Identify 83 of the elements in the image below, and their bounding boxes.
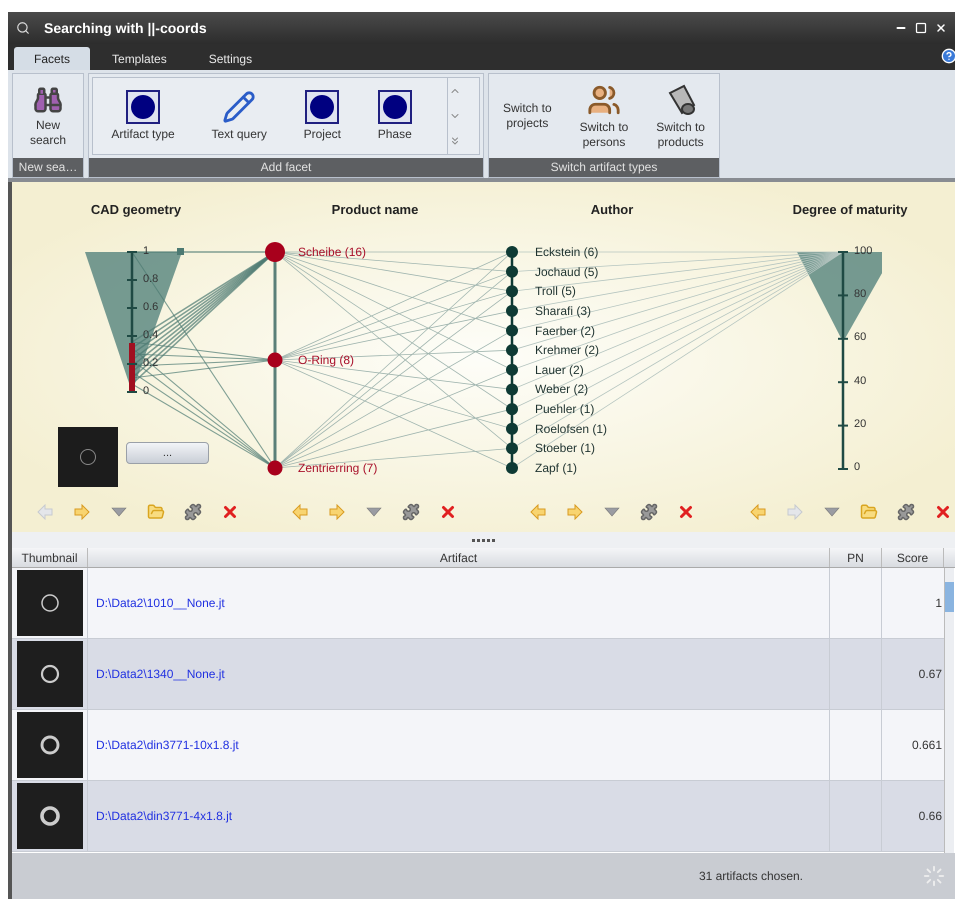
spinner-icon	[923, 865, 945, 887]
left-arrow-icon[interactable]	[748, 504, 766, 520]
tick-label: 80	[854, 289, 866, 300]
ribbon-button[interactable]: New search	[24, 84, 72, 148]
group-label: Switch artifact types	[489, 158, 719, 177]
pencil-icon	[222, 90, 256, 124]
category-label[interactable]: Scheibe (16)	[298, 246, 366, 258]
right-arrow-icon[interactable]	[328, 504, 346, 520]
artifact-link[interactable]: D:\Data2\din3771-4x1.8.jt	[88, 781, 830, 851]
right-arrow-icon[interactable]	[566, 504, 584, 520]
circle-square-icon	[378, 90, 412, 124]
help-icon[interactable]	[941, 48, 955, 64]
ellipsis-button[interactable]: ...	[126, 442, 209, 464]
puzzle-icon[interactable]	[184, 503, 202, 521]
tick-label: 0.6	[143, 302, 158, 313]
maximize-icon[interactable]	[915, 22, 927, 34]
tick-label: 0	[854, 462, 860, 473]
folder-icon[interactable]	[860, 503, 878, 521]
tab[interactable]: Facets	[14, 47, 90, 70]
axis-title: Author	[590, 201, 634, 219]
category-label[interactable]: Zapf (1)	[535, 462, 578, 474]
dropdown-triangle-icon[interactable]	[366, 507, 382, 517]
category-label[interactable]: Sharafi (3)	[535, 304, 592, 317]
axis-title: Product name	[330, 201, 420, 219]
category-label[interactable]: Puehler (1)	[535, 403, 594, 416]
category-label[interactable]: Krehmer (2)	[535, 344, 600, 356]
tick-label: 40	[854, 376, 866, 387]
category-label[interactable]: Jochaud (5)	[535, 266, 598, 278]
category-label[interactable]: Weber (2)	[535, 383, 588, 396]
group-label: New sea…	[13, 158, 83, 177]
tick-label: 60	[854, 332, 866, 344]
left-arrow-icon[interactable]	[528, 504, 546, 520]
left-arrow-icon[interactable]	[290, 504, 308, 520]
tab[interactable]: Settings	[188, 47, 272, 70]
column-header[interactable]: Score	[882, 548, 944, 567]
category-label[interactable]: Eckstein (6)	[535, 246, 598, 258]
column-header[interactable]: PN	[830, 548, 882, 567]
column-header[interactable]: Thumbnail	[12, 548, 88, 567]
score-cell-text: 0.661	[910, 737, 943, 754]
artifact-link[interactable]: D:\Data2\din3771-10x1.8.jt	[88, 710, 830, 780]
axis-title: CAD geometry	[90, 201, 182, 219]
status-text: 31 artifacts chosen.	[698, 868, 803, 885]
puzzle-icon[interactable]	[896, 503, 914, 521]
dropdown-triangle-icon[interactable]	[110, 507, 126, 517]
dropdown-triangle-icon[interactable]	[604, 507, 620, 517]
search-icon	[16, 21, 30, 35]
binoculars-icon	[33, 84, 63, 114]
category-label[interactable]: Roelofsen (1)	[535, 422, 608, 435]
ribbon-button[interactable]: Phase	[376, 90, 414, 142]
score-cell-text: 0.66	[918, 808, 943, 825]
tab[interactable]: Templates	[92, 47, 187, 70]
dropdown-triangle-icon[interactable]	[824, 507, 840, 517]
scrollbar[interactable]	[944, 568, 954, 853]
category-label[interactable]: Lauer (2)	[535, 364, 584, 376]
puzzle-icon[interactable]	[402, 503, 420, 521]
ribbon-button[interactable]: Text query	[210, 90, 269, 142]
artifact-link[interactable]: D:\Data2\1010__None.jt	[88, 568, 830, 638]
ribbon-button[interactable]: Project	[302, 90, 343, 142]
tick-label: 20	[854, 418, 866, 430]
tick-label: 0.8	[143, 274, 158, 285]
ribbon-button[interactable]: Switch to persons	[572, 82, 636, 150]
score-cell-text: 1	[934, 595, 943, 612]
category-label[interactable]: Faerber (2)	[535, 324, 596, 337]
close-icon[interactable]	[935, 22, 947, 34]
category-label[interactable]: O-Ring (8)	[298, 354, 354, 366]
column-header[interactable]: Artifact	[88, 548, 830, 567]
score-cell-text: 0.67	[918, 666, 943, 683]
category-label[interactable]: Zentrierring (7)	[298, 462, 378, 474]
artifact-link[interactable]: D:\Data2\1340__None.jt	[88, 639, 830, 709]
window-title: Searching with ||-coords	[44, 18, 207, 38]
ribbon-button[interactable]: Artifact type	[109, 90, 177, 142]
circle-square-icon	[305, 90, 340, 124]
preview-thumbnail	[58, 427, 118, 487]
category-label[interactable]: Troll (5)	[535, 285, 576, 298]
puzzle-icon[interactable]	[640, 503, 658, 521]
ribbon-button[interactable]: Switch to products	[648, 82, 713, 150]
circle-square-icon	[126, 90, 160, 124]
category-label[interactable]: Stoeber (1)	[535, 442, 596, 454]
right-arrow-icon[interactable]	[72, 504, 90, 520]
folder-icon[interactable]	[146, 503, 164, 521]
group-label: Add facet	[89, 158, 483, 177]
ribbon-button[interactable]: Switch to projects	[495, 101, 560, 131]
axis-title: Degree of maturity	[792, 201, 908, 219]
